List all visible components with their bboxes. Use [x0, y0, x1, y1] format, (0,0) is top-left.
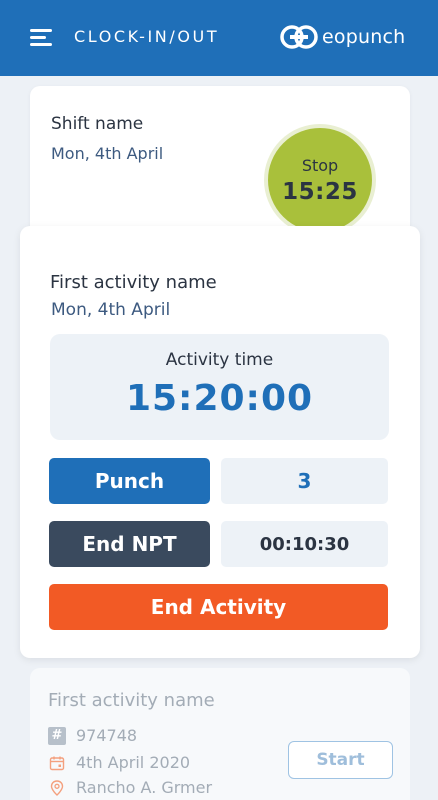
next-activity-date: 4th April 2020 — [76, 753, 191, 772]
stop-label: Stop — [301, 155, 339, 175]
activity-location: Rancho A. Grmer — [76, 778, 213, 797]
app-header: CLOCK-IN/OUT eopunch — [0, 0, 438, 76]
shift-date: Mon, 4th April — [51, 144, 164, 163]
activity-id-row: # 974748 — [48, 726, 137, 745]
activity-id: 974748 — [76, 726, 138, 745]
stop-time: 15:25 — [282, 178, 358, 205]
activity-name: First activity name — [50, 272, 217, 293]
activity-time-label: Activity time — [165, 350, 274, 370]
activity-card: First activity name Mon, 4th April Activ… — [20, 226, 420, 658]
app-logo: eopunch — [280, 22, 405, 52]
npt-time: 00:10:30 — [221, 521, 388, 567]
end-activity-button[interactable]: End Activity — [49, 584, 388, 630]
activity-date-row: 4th April 2020 — [48, 753, 190, 772]
page-title: CLOCK-IN/OUT — [74, 27, 220, 46]
next-activity-card: First activity name # 974748 4th April 2… — [30, 668, 410, 800]
shift-name: Shift name — [51, 114, 144, 134]
hash-icon: # — [48, 726, 66, 745]
activity-date: Mon, 4th April — [51, 300, 171, 320]
punch-button[interactable]: Punch — [49, 458, 210, 504]
end-npt-button[interactable]: End NPT — [49, 521, 210, 567]
activity-time-panel: Activity time 15:20:00 — [50, 334, 389, 440]
hamburger-menu-icon[interactable] — [30, 27, 54, 49]
start-activity-button[interactable]: Start — [288, 741, 393, 779]
activity-time-value: 15:20:00 — [125, 378, 314, 419]
next-activity-name: First activity name — [48, 690, 215, 711]
calendar-icon — [48, 754, 66, 772]
activity-location-row: Rancho A. Grmer — [48, 778, 212, 797]
logo-icon — [280, 25, 318, 49]
logo-text: eopunch — [322, 26, 406, 48]
shift-card: Shift name Mon, 4th April Stop 15:25 — [30, 86, 410, 236]
punch-count: 3 — [221, 458, 388, 504]
location-pin-icon — [48, 779, 66, 797]
stop-shift-button[interactable]: Stop 15:25 — [264, 124, 376, 236]
